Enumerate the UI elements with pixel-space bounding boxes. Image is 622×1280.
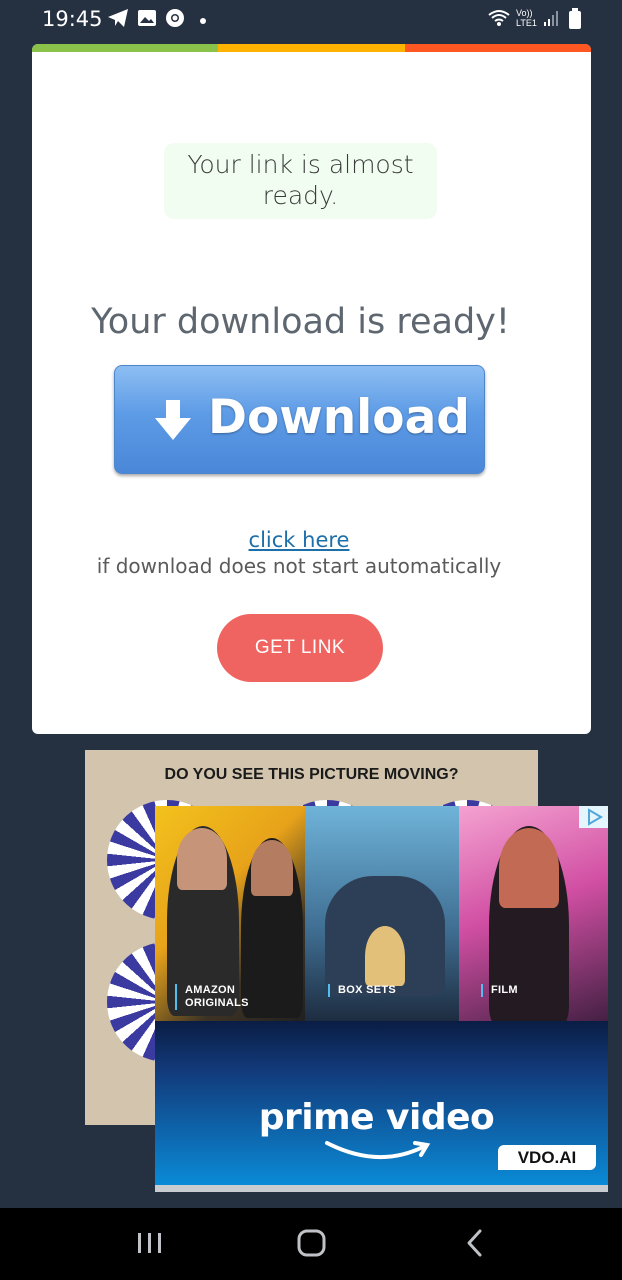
get-link-button[interactable]: GET LINK <box>217 614 383 682</box>
download-button[interactable]: Download <box>114 365 485 474</box>
dot-icon <box>199 12 207 30</box>
download-button-label: Download <box>208 390 470 445</box>
ad-category-label: AMAZON ORIGINALS <box>175 984 249 1010</box>
ad-poster-strip: AMAZON ORIGINALS BOX SETS FILM <box>155 806 608 1031</box>
ad-category-label: FILM <box>481 984 518 997</box>
signal-icon <box>543 8 561 33</box>
ad-brand-area: prime video VDO.AI <box>155 1021 608 1185</box>
vdo-ai-badge[interactable]: VDO.AI <box>498 1145 596 1170</box>
almost-ready-notice: Your link is almost ready. <box>164 143 437 219</box>
progress-segment-2 <box>218 44 405 52</box>
telegram-icon <box>107 8 129 33</box>
adchoices-icon[interactable] <box>579 806 608 828</box>
status-bar: 19:45 Vo)) LTE1 <box>0 0 622 38</box>
progress-segment-1 <box>32 44 219 52</box>
box-sets-panel <box>305 806 459 1031</box>
back-icon[interactable] <box>463 1228 487 1263</box>
poster-figure <box>365 926 405 986</box>
poster-face <box>499 828 559 908</box>
poster-face <box>177 828 227 890</box>
status-time: 19:45 <box>42 7 103 31</box>
prime-video-wordmark: prime video <box>258 1097 495 1138</box>
system-nav-bar <box>0 1208 622 1280</box>
volte-icon: Vo)) LTE1 <box>516 8 537 28</box>
ad-category-label: BOX SETS <box>328 984 396 997</box>
wifi-icon <box>487 8 511 33</box>
download-ready-heading: Your download is ready! <box>91 302 510 342</box>
progress-strip <box>32 44 591 52</box>
prime-video-ad[interactable]: AMAZON ORIGINALS BOX SETS FILM prime vid… <box>155 806 608 1192</box>
auto-download-note: if download does not start automatically <box>96 554 502 578</box>
poster-face <box>251 840 293 896</box>
link-card: Your link is almost ready. Your download… <box>32 44 591 734</box>
amazon-smile-icon <box>323 1139 433 1170</box>
recents-icon[interactable] <box>136 1228 164 1263</box>
progress-segment-3 <box>404 44 591 52</box>
film-panel <box>459 806 608 1031</box>
illusion-ad-title: DO YOU SEE THIS PICTURE MOVING? <box>164 766 459 783</box>
click-here-link[interactable]: click here <box>32 528 566 552</box>
home-icon[interactable] <box>296 1228 328 1263</box>
battery-icon <box>568 8 582 35</box>
chrome-icon <box>165 8 185 33</box>
download-arrow-icon <box>155 400 191 445</box>
gallery-icon <box>137 8 157 33</box>
